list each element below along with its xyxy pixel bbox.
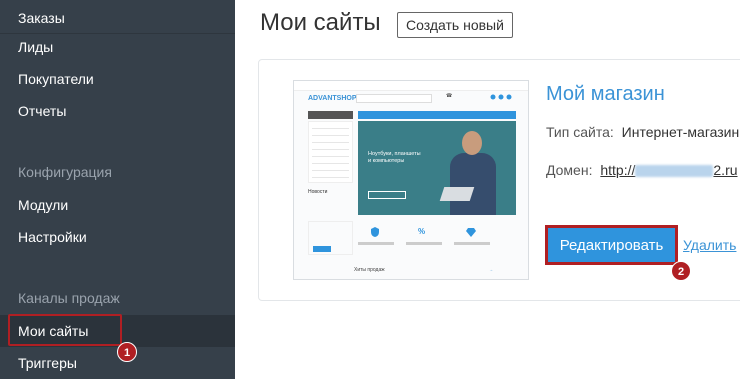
redacted-domain (635, 165, 714, 178)
thumb-person-icon (450, 153, 496, 215)
site-name-link[interactable]: Мой магазин (546, 83, 665, 106)
sidebar: Заказы Лиды Покупатели Отчеты Конфигурац… (0, 0, 235, 379)
sidebar-item-label: Модули (18, 197, 69, 213)
thumb-hero-button (368, 191, 406, 199)
thumb-person-head (462, 131, 482, 155)
thumb-phone: ☎ (446, 93, 453, 99)
thumb-laptop-icon (439, 187, 475, 201)
thumb-percent-icon: % (418, 227, 426, 236)
thumb-hero-text: Ноутбуки, планшеты и компьютеры (368, 151, 421, 164)
site-domain-link[interactable]: http://2.ru (600, 162, 737, 178)
callout-badge-1: 1 (117, 342, 137, 362)
sidebar-item-customers[interactable]: Покупатели (0, 63, 235, 95)
callout-highlight-my-sites (8, 314, 122, 346)
page-title: Мои сайты (260, 9, 381, 36)
main-content: Мои сайты Создать новый ADVANTSHOP ☎ Ноу… (235, 0, 740, 379)
sidebar-item-label: Лиды (18, 39, 54, 55)
sidebar-section-sales-channels: Каналы продаж (18, 290, 120, 306)
thumb-news-label: Новости (308, 189, 328, 195)
thumb-subscribe-box (308, 221, 353, 255)
thumb-search (356, 94, 432, 103)
sidebar-item-label: Заказы (18, 10, 65, 26)
site-type-value: Интернет-магазин (621, 124, 740, 140)
thumb-feature-text (406, 242, 442, 245)
sidebar-item-modules[interactable]: Модули (0, 189, 235, 221)
thumb-logo: ADVANTSHOP (308, 95, 357, 102)
thumb-shield-icon (371, 227, 379, 237)
thumb-hero-banner: Ноутбуки, планшеты и компьютеры (358, 121, 516, 215)
site-preview-thumbnail[interactable]: ADVANTSHOP ☎ Ноутбуки, планшеты и компьют… (293, 80, 529, 280)
sidebar-item-orders[interactable]: Заказы (0, 2, 235, 34)
site-type-row: Тип сайта: Интернет-магазин (546, 124, 739, 140)
thumb-bestsellers-label: Хиты продаж (354, 267, 385, 273)
create-site-button[interactable]: Создать новый (397, 12, 513, 38)
site-domain-label: Домен: (546, 162, 593, 178)
site-domain-row: Домен: http://2.ru (546, 162, 738, 178)
thumb-feature-text (454, 242, 490, 245)
sidebar-item-label: Настройки (18, 229, 87, 245)
thumb-feature-text (358, 242, 394, 245)
thumb-bestsellers-link: → (489, 267, 493, 272)
sidebar-item-reports[interactable]: Отчеты (0, 95, 235, 127)
thumb-catalog-button (308, 111, 353, 119)
sidebar-section-configuration: Конфигурация (18, 164, 112, 180)
thumb-header-icons (490, 94, 512, 100)
sidebar-item-settings[interactable]: Настройки (0, 221, 235, 253)
thumb-side-menu (308, 121, 353, 183)
thumb-menu-bar (358, 111, 516, 119)
site-card: ADVANTSHOP ☎ Ноутбуки, планшеты и компьют… (258, 59, 740, 301)
sidebar-item-label: Триггеры (18, 355, 77, 371)
sidebar-item-label: Покупатели (18, 71, 94, 87)
callout-badge-2: 2 (671, 261, 691, 281)
delete-site-link[interactable]: Удалить (683, 237, 736, 253)
thumb-subscribe-button (313, 246, 331, 252)
site-type-label: Тип сайта: (546, 124, 614, 140)
edit-site-button[interactable]: Редактировать (545, 225, 678, 265)
thumb-topbar (294, 81, 528, 91)
sidebar-item-label: Отчеты (18, 103, 67, 119)
sidebar-item-leads[interactable]: Лиды (0, 31, 235, 63)
thumb-diamond-icon (466, 228, 476, 237)
